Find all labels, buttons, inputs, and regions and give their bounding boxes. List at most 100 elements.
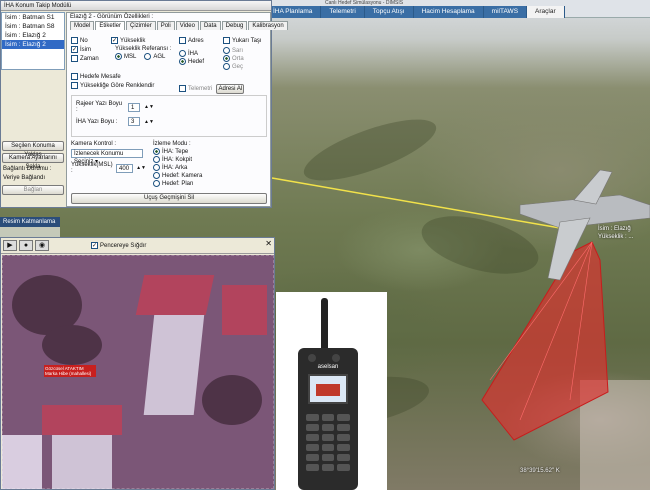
tab-miltaws[interactable]: milTAWS — [483, 6, 528, 18]
tab-model[interactable]: Model — [70, 21, 95, 30]
connect-button[interactable]: Bağlan — [2, 185, 64, 195]
tab-telemetri[interactable]: Telemetri — [321, 6, 365, 18]
panel-title: Elazığ 2 - Görünüm Özellikleri : — [70, 14, 154, 20]
record-icon[interactable]: ● — [19, 240, 33, 251]
get-address-button[interactable]: Adresi Al — [216, 83, 245, 94]
tab-data[interactable]: Data — [199, 21, 221, 30]
connection-status-label: Bağlantı Durumu : — [3, 166, 52, 172]
checkbox-checked[interactable]: ✓ — [111, 37, 118, 44]
camera-select[interactable]: İzlenecek Konumu Seçiniz ▾ — [71, 149, 143, 165]
tab-etiketler[interactable]: Etiketler — [95, 21, 126, 30]
radio-gec[interactable]: Geç — [223, 63, 271, 70]
knob-icon — [332, 354, 340, 362]
radio-agl[interactable]: AGL — [144, 53, 165, 60]
check-yukseklige-gore[interactable]: Yüksekliğe Göre Renklendir — [71, 82, 154, 89]
check-adres[interactable]: Adres — [179, 37, 224, 44]
checkbox[interactable] — [179, 37, 186, 44]
radio-device-image: aselsan — [276, 292, 387, 490]
tab-hacim-hesaplama[interactable]: Hacim Hesaplama — [413, 6, 484, 18]
checkbox[interactable] — [223, 37, 230, 44]
radio-body: aselsan — [298, 348, 358, 490]
tab-video[interactable]: Video — [175, 21, 199, 30]
check-isim[interactable]: ✓ İsim — [71, 46, 111, 53]
tab-poli[interactable]: Poli — [156, 21, 175, 30]
altitude-label: Yükseklik(MSL) : — [71, 162, 113, 174]
video-window: ✕ ▶ ● ◉ ✓ Pencereye Sığdır Gözcüsel ATAKT… — [0, 237, 275, 490]
drone-label: İsim : Elazığ — [598, 226, 631, 232]
check-hedefe-mesafe[interactable]: Hedefe Mesafe — [71, 73, 154, 80]
tab-iha-planlama[interactable]: İHA Planlama — [265, 6, 322, 18]
list-item[interactable]: İsim : Batman S8 — [2, 22, 64, 31]
check-yukseklik[interactable]: ✓ Yükseklik — [111, 37, 181, 44]
telemetry-row: Telemetri Adresi Al — [179, 83, 245, 94]
altitude-ref-label: Yükseklik Referansı : — [115, 46, 172, 52]
tab-cizimler[interactable]: Çizimler — [126, 21, 156, 30]
rajeer-label: Rajeer Yazı Boyu : — [76, 101, 123, 113]
rajeer-input[interactable]: 1 — [128, 102, 140, 112]
checkbox[interactable] — [71, 55, 78, 62]
clear-flight-history-button[interactable]: Uçuş Geçmişini Sil — [71, 193, 267, 204]
radio-sari[interactable]: Sarı — [223, 47, 271, 54]
spinner-icon[interactable]: ▲▼ — [144, 119, 154, 125]
video-overlay-frame — [2, 255, 274, 489]
checkbox[interactable] — [179, 85, 186, 92]
tracking-window-title: İHA Konum Takip Modülü — [1, 1, 271, 11]
label-checks-col3: Adres İHA Hedef — [179, 35, 224, 66]
radio-msl[interactable]: MSL — [115, 53, 136, 60]
camera-control-group: Kamera Kontrol : İzlenecek Konumu Seçini… — [71, 141, 146, 174]
iha-yazi-label: İHA Yazı Boyu : — [76, 118, 118, 125]
checkbox[interactable] — [71, 73, 78, 80]
tab-araclar[interactable]: Araçlar — [527, 6, 565, 18]
radio-hedef[interactable]: Hedef — [179, 58, 224, 65]
iha-yazi-input[interactable]: 3 — [128, 117, 140, 126]
drone-sublabel: Yükseklik : ... — [598, 234, 634, 240]
properties-panel: Elazığ 2 - Görünüm Özellikleri : Model E… — [66, 12, 288, 207]
camera-footprint-cone — [481, 241, 609, 441]
coordinate-readout: 38°39'15.62" K — [520, 468, 560, 474]
tab-topcu-atisi[interactable]: Topçu Atışı — [364, 6, 414, 18]
radio-iha-kokpit[interactable]: İHA: Kokpit — [153, 156, 213, 163]
check-yukari-tasi[interactable]: Yukarı Taşı — [223, 37, 271, 44]
list-item-selected[interactable]: İsim : Elazığ 2 — [2, 40, 64, 49]
radio-iha-tepe[interactable]: İHA: Tepe — [153, 148, 213, 155]
radio-iha[interactable]: İHA — [179, 50, 224, 57]
radio-orta[interactable]: Orta — [223, 55, 271, 62]
font-size-group: Rajeer Yazı Boyu : 1 ▲▼ İHA Yazı Boyu : … — [71, 95, 267, 137]
checkbox[interactable] — [71, 82, 78, 89]
watch-mode-label: İzleme Modu : — [153, 141, 191, 147]
spinner-icon[interactable]: ▲▼ — [144, 104, 154, 110]
checkbox-checked[interactable]: ✓ — [71, 46, 78, 53]
list-item[interactable]: İsim : Elazığ 2 — [2, 31, 64, 40]
fit-window-check[interactable]: ✓ Pencereye Sığdır — [91, 242, 146, 249]
camera-control-label: Kamera Kontrol : — [71, 141, 117, 147]
label-checks-col1: No ✓ İsim Zaman — [71, 35, 111, 64]
video-feed[interactable]: Gözcüsel ATAKTIM Marka Hibe (mahallesi) — [2, 255, 274, 489]
radio-hedef-plan[interactable]: Hedef: Plan — [153, 180, 213, 187]
video-toolbar: ▶ ● ◉ ✓ Pencereye Sığdır — [1, 238, 274, 254]
play-icon[interactable]: ▶ — [3, 240, 17, 251]
close-icon[interactable]: ✕ — [265, 239, 272, 248]
main-tabs: İHA Planlama Telemetri Topçu Atışı Hacim… — [265, 6, 565, 18]
layer-panel-body — [0, 227, 60, 237]
radio-hedef-kamera[interactable]: Hedef: Kamera — [153, 172, 213, 179]
radio-iha-arka[interactable]: İHA: Arka — [153, 164, 213, 171]
check-no[interactable]: No — [71, 37, 111, 44]
check-zaman[interactable]: Zaman — [71, 55, 111, 62]
approach-location-button[interactable]: Seçilen Konuma Yaklaş — [2, 141, 64, 158]
watch-mode-group: İzleme Modu : İHA: Tepe İHA: Kokpit İHA:… — [153, 141, 213, 188]
check-telemetri[interactable]: Telemetri — [179, 85, 212, 92]
tracking-window: İHA Konum Takip Modülü İsim : Batman S1 … — [0, 0, 288, 208]
uav-list[interactable]: İsim : Batman S1 İsim : Batman S8 İsim :… — [1, 12, 65, 70]
save-camera-settings-button[interactable]: Kamera Ayarlarını Sakla — [2, 153, 64, 170]
tab-debug[interactable]: Debug — [221, 21, 248, 30]
distance-checks: Hedefe Mesafe Yüksekliğe Göre Renklendir — [71, 71, 154, 91]
checkbox[interactable] — [71, 37, 78, 44]
main-menu-bar: Canlı Hedef Simülasyonu - DİMSİS İHA Pla… — [265, 0, 650, 18]
list-item[interactable]: İsim : Batman S1 — [2, 13, 64, 22]
checkbox-checked[interactable]: ✓ — [91, 242, 98, 249]
tab-kalibrasyon[interactable]: Kalibrasyon — [248, 21, 288, 30]
left-controls: Seçilen Konuma Yaklaş Kamera Ayarlarını … — [1, 139, 65, 197]
settings-icon[interactable]: ◉ — [35, 240, 49, 251]
spinner-icon[interactable]: ▲▼ — [136, 165, 146, 171]
altitude-input[interactable]: 400 — [116, 163, 134, 173]
